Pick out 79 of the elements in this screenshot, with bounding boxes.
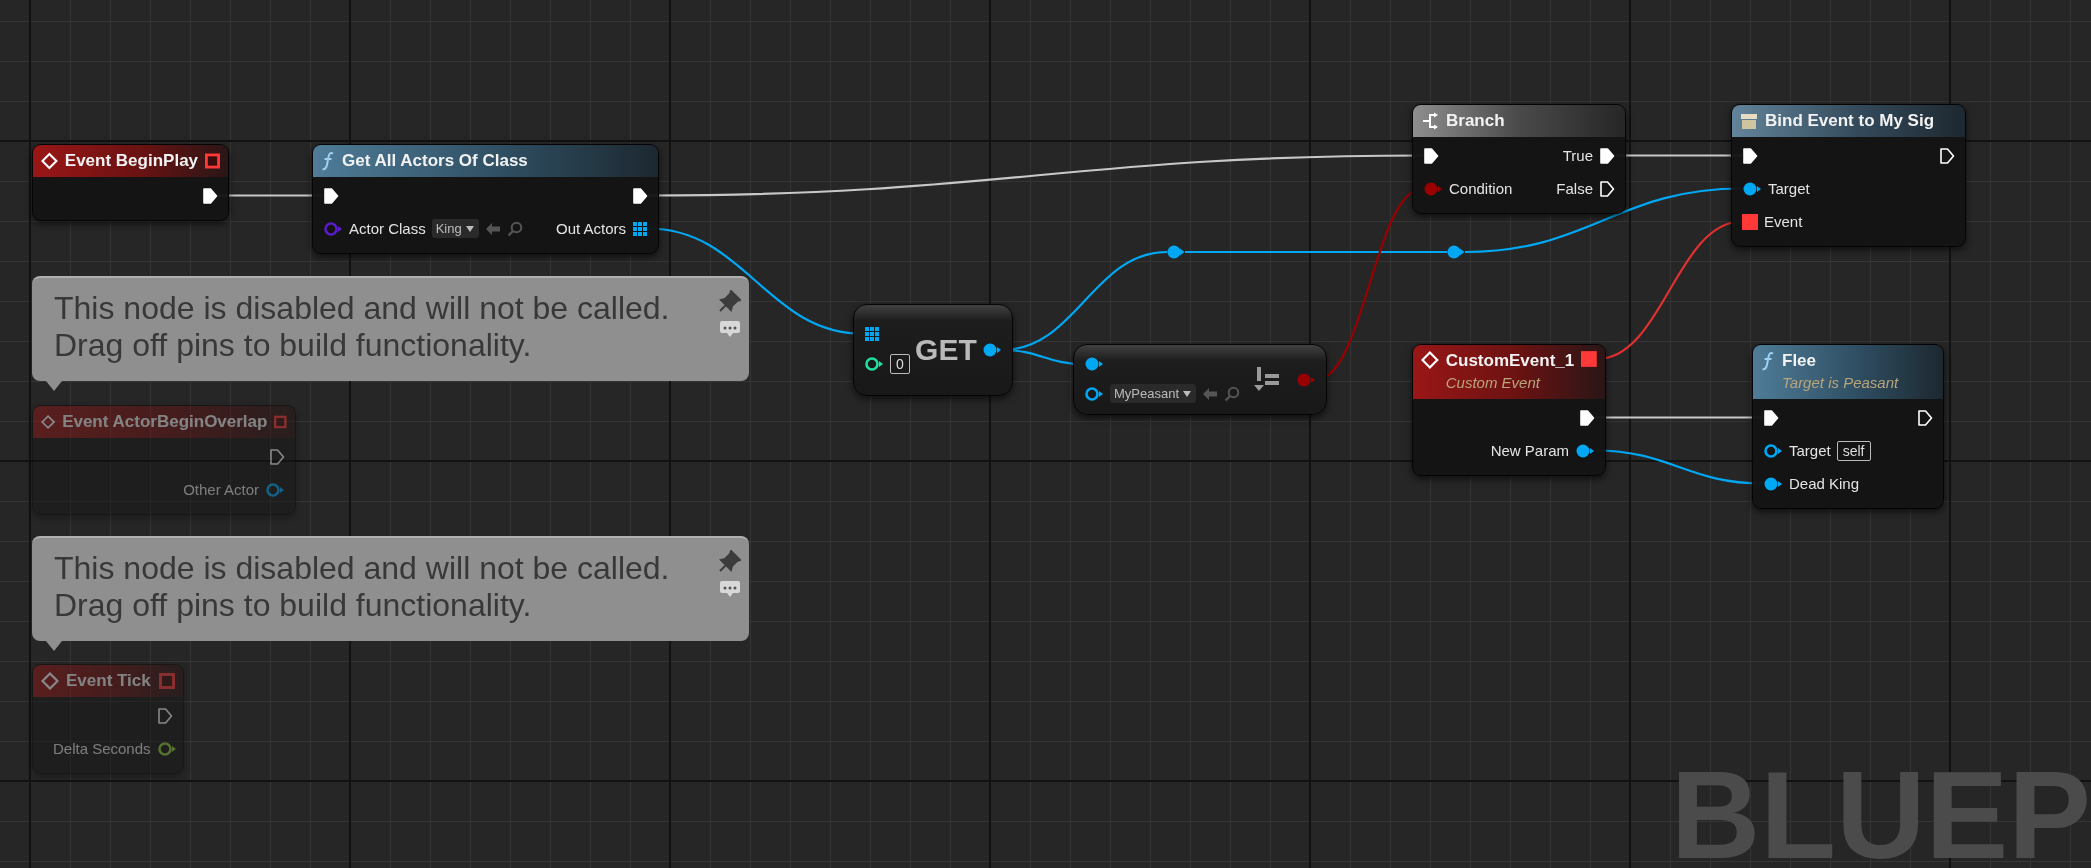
pin-label: Target (1768, 180, 1810, 197)
class-dropdown[interactable]: King (431, 219, 479, 238)
exec-pin[interactable] (1599, 179, 1615, 198)
reroute-knot[interactable] (1167, 245, 1185, 259)
blueprint-node[interactable]: MyPeasant (1073, 344, 1327, 415)
pin-label: Condition (1449, 180, 1513, 197)
pin-label: Out Actors (555, 220, 626, 237)
blueprint-node[interactable]: Branch True Condition False (1412, 104, 1626, 214)
caret-icon (464, 224, 475, 233)
data-pin[interactable] (864, 356, 884, 372)
node-title: GET (915, 333, 977, 367)
exec-pin[interactable] (1939, 146, 1955, 165)
node-title: Get All Actors Of Class (342, 151, 528, 171)
data-pin[interactable] (1763, 442, 1783, 459)
node-title: Event Tick (66, 671, 151, 691)
pin-label: False (1556, 180, 1593, 197)
exec-pin[interactable] (1917, 408, 1933, 427)
diamond-icon (41, 413, 56, 431)
pin-label: Dead King (1789, 475, 1860, 492)
function-icon (1761, 351, 1775, 371)
blueprint-node[interactable]: CustomEvent_1 Custom Event New Param (1412, 344, 1606, 476)
exec-pin[interactable] (1423, 146, 1439, 165)
blueprint-node[interactable]: Flee Target is Peasant Target self Dead King (1752, 344, 1944, 509)
arrow-left-icon[interactable] (484, 221, 501, 236)
blueprint-node[interactable]: 0 GET (853, 304, 1013, 396)
exec-pin[interactable] (1579, 408, 1595, 427)
pin-label: Other Actor (183, 481, 259, 498)
class-dropdown[interactable]: MyPeasant (1110, 384, 1197, 403)
search-icon[interactable] (506, 220, 523, 237)
node-title: Event BeginPlay (64, 151, 199, 171)
exec-pin[interactable] (632, 186, 648, 205)
branch-icon (1421, 112, 1439, 130)
comment-text: This node is disabled and will not be called. Drag off pins to build functionality. (54, 550, 670, 625)
value-field[interactable]: 0 (890, 354, 910, 374)
delegate-pin[interactable] (1742, 213, 1758, 230)
pin-label: Delta Seconds (53, 740, 151, 757)
node-title: Bind Event to My Sig (1765, 111, 1935, 131)
pin-label: Event (1764, 213, 1803, 230)
box-icon (1740, 112, 1758, 130)
pin-label: Actor Class (349, 220, 426, 237)
blueprint-node[interactable]: Bind Event to My Sig Target Event (1731, 104, 1966, 247)
exec-pin[interactable] (1599, 146, 1615, 165)
node-title: Event ActorBeginOverlap (62, 412, 268, 432)
data-pin[interactable] (982, 342, 1002, 358)
data-pin[interactable] (1763, 475, 1783, 492)
exec-pin[interactable] (1763, 408, 1779, 427)
canvas-label: BLUEP (1670, 763, 2091, 868)
comment-icon[interactable] (719, 580, 741, 598)
node-title: Branch (1446, 111, 1505, 131)
node-title: Flee (1782, 351, 1818, 371)
reroute-knot[interactable] (1447, 245, 1465, 259)
function-icon (321, 151, 335, 171)
array-pin[interactable] (632, 220, 648, 237)
blueprint-node[interactable]: Get All Actors Of Class Actor Class King Out Actors (312, 144, 659, 254)
data-pin[interactable] (1084, 385, 1104, 402)
value-field[interactable]: self (1836, 440, 1871, 461)
exec-pin[interactable] (323, 186, 339, 205)
comment-text: This node is disabled and will not be called. Drag off pins to build functionality. (54, 290, 670, 365)
node-subtitle: Custom Event (1445, 374, 1542, 391)
delegate-pin[interactable] (205, 153, 220, 169)
pin-icon[interactable] (719, 550, 741, 572)
pin-label: New Param (1490, 442, 1569, 459)
pin-icon[interactable] (719, 290, 741, 312)
data-pin[interactable] (1084, 356, 1104, 372)
data-pin[interactable] (1575, 442, 1595, 459)
node-title: CustomEvent_1 (1445, 351, 1575, 371)
caret-icon (1182, 389, 1193, 398)
diamond-icon (41, 672, 59, 690)
pin-label: True (1562, 147, 1593, 164)
exec-pin[interactable] (1742, 146, 1758, 165)
blueprint-node[interactable]: Event BeginPlay (32, 144, 229, 221)
node-subtitle: Target is Peasant (1782, 374, 1899, 391)
pin-label: Target (1789, 442, 1831, 459)
diamond-icon (1421, 351, 1439, 369)
comment-icon[interactable] (719, 320, 741, 338)
exec-pin[interactable] (202, 186, 218, 205)
data-pin[interactable] (1742, 180, 1762, 197)
array-pin[interactable] (864, 326, 880, 342)
diamond-icon (41, 152, 58, 170)
